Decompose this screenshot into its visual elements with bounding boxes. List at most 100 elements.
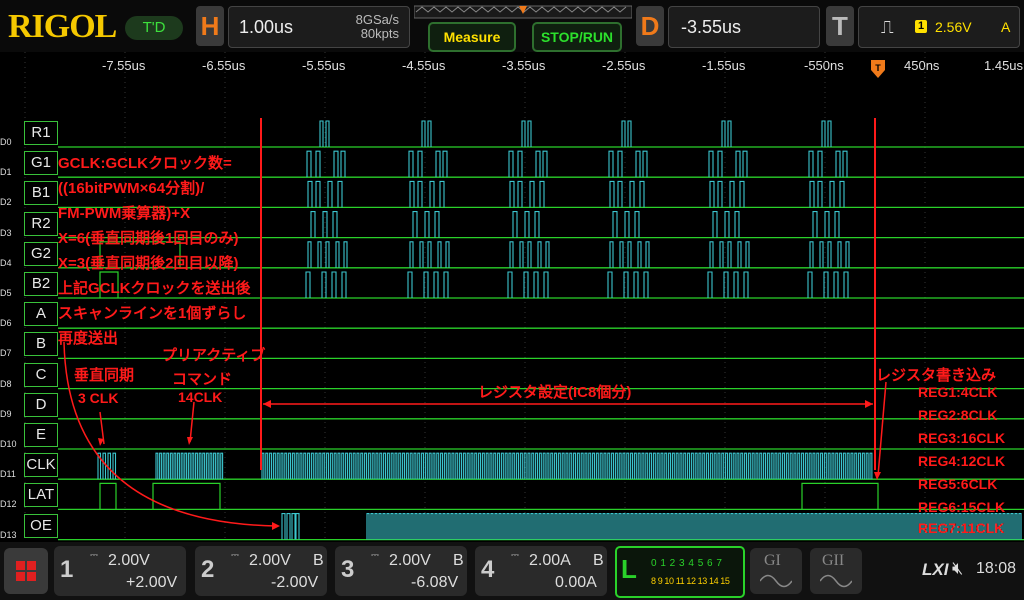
delay-letter[interactable]: D — [636, 6, 664, 46]
sample-rate: 8GSa/s — [355, 12, 399, 27]
channel-3-box[interactable]: 3 ⎓ 2.00V B -6.08V — [335, 546, 467, 596]
trace-pulse — [512, 211, 540, 238]
channel-label-box[interactable]: C — [24, 362, 58, 387]
channel-label-box[interactable]: G2 — [24, 241, 58, 266]
digital-channel-id: D5 — [0, 288, 12, 298]
trace-pulse — [409, 180, 445, 208]
channel-label-box[interactable]: D — [24, 392, 58, 417]
channel-number: 3 — [341, 556, 355, 583]
digital-channel-id: D3 — [0, 227, 12, 238]
channel-offset: +2.00V — [126, 574, 178, 591]
top-bar: RIGOL T'D H 1.00us 8GSa/s 80kpts Measure… — [0, 0, 1024, 52]
register-write-label: レジスタ書き込み — [876, 367, 997, 384]
trace-pulse — [412, 211, 440, 238]
gclk-note-line: 再度送出 — [58, 330, 119, 347]
digital-channel-id: D9 — [0, 408, 12, 419]
reg-label: REG5:6CLK — [918, 476, 998, 492]
channel-2-box[interactable]: 2 ⎓ 2.00V B -2.00V — [195, 546, 327, 596]
generator-2-button[interactable]: GII — [810, 548, 862, 594]
timebase-box[interactable]: 1.00us 8GSa/s 80kpts — [228, 6, 410, 48]
channel-number: 2 — [201, 556, 215, 583]
gclk-note-line: X=3(垂直同期後2回目以降) — [58, 255, 239, 272]
trace-pulse — [707, 271, 749, 298]
trace-pulse — [612, 211, 640, 238]
preactive-clk-label: 14CLK — [178, 389, 223, 405]
trigger-letter[interactable]: T — [826, 6, 854, 46]
timebase-value: 1.00us — [239, 17, 294, 37]
digital-channel-id: D8 — [0, 378, 12, 389]
trace-pulse — [408, 150, 448, 178]
trace-pulse — [508, 150, 548, 178]
logic-letter: L — [621, 554, 637, 584]
channel-offset: -2.00V — [271, 574, 319, 591]
trigger-source-badge: 1 — [915, 20, 927, 33]
brand-logo: RIGOL — [8, 8, 117, 45]
trace-pulse — [281, 513, 300, 540]
trace-pulse — [609, 180, 645, 208]
stop-run-button[interactable]: STOP/RUN — [532, 22, 622, 52]
digital-channel-id: D1 — [0, 167, 12, 178]
trace-pulse — [307, 180, 343, 208]
measure-button[interactable]: Measure — [428, 22, 516, 52]
channel-label-box[interactable]: A — [24, 302, 58, 327]
bottom-bar: 1 ⎓ 2.00V +2.00V 2 ⎓ 2.00V B -2.00V 3 ⎓ … — [0, 542, 1024, 600]
dc-coupling-icon: ⎓ — [231, 550, 239, 561]
trace-pulse — [809, 241, 850, 268]
delay-box[interactable]: -3.55us — [668, 6, 820, 48]
channel-offset: 0.00A — [555, 574, 597, 591]
trace-pulse — [721, 120, 732, 147]
reg-label: REG6:15CLK — [918, 499, 1006, 515]
logic-analyzer-box[interactable]: L 0 1 2 3 4 5 6 7 8 9 10 11 12 13 14 15 — [615, 546, 745, 598]
trace-pulse — [407, 271, 449, 298]
channel-label-box[interactable]: B — [24, 332, 58, 357]
trace-pulse — [608, 150, 648, 178]
trigger-position-indicator — [414, 5, 632, 19]
sine-wave-icon — [820, 574, 852, 588]
channel-bw-tag: B — [453, 552, 464, 569]
trace-pulse — [319, 120, 330, 147]
digital-channel-id: D12 — [0, 499, 17, 510]
register-write-arrow — [877, 381, 887, 477]
vsync-label: 垂直同期 — [74, 367, 135, 384]
channel-label-box[interactable]: G1 — [24, 151, 58, 176]
generator-1-label: GI — [764, 552, 781, 569]
trace-pulse — [509, 241, 550, 268]
channel-1-box[interactable]: 1 ⎓ 2.00V +2.00V — [54, 546, 186, 596]
reg-label: REG2:8CLK — [918, 407, 998, 423]
channel-label-box[interactable]: LAT — [24, 483, 58, 508]
trace-pulse — [807, 271, 849, 298]
channel-label-box[interactable]: R2 — [24, 211, 58, 236]
digital-channel-id: D13 — [0, 529, 17, 540]
preactive-label: プリアクティブ — [162, 347, 266, 364]
arrowhead — [272, 522, 280, 530]
horizontal-letter[interactable]: H — [196, 6, 224, 46]
trigger-mode-badge[interactable]: T'D — [125, 16, 183, 40]
channel-label-box[interactable]: OE — [24, 513, 58, 538]
channel-label-box[interactable]: B2 — [24, 272, 58, 296]
trace-pulse — [305, 271, 347, 298]
gclk-note-line: GCLK:GCLKクロック数= — [58, 155, 232, 172]
digital-channel-id: D7 — [0, 348, 12, 359]
digital-channel-id: D0 — [0, 137, 12, 147]
gclk-note-line: FM-PWM乗算器)+X — [58, 205, 191, 222]
trace-pulse — [621, 120, 632, 147]
channel-label-box[interactable]: R1 — [24, 121, 58, 145]
trace-pulse — [709, 180, 745, 208]
digital-channel-id: D10 — [0, 439, 17, 449]
menu-button[interactable] — [4, 548, 48, 594]
trigger-box[interactable]: ⎍ 1 2.56V A — [858, 6, 1020, 48]
preactive-cmd-label: コマンド — [172, 371, 233, 388]
reg-label: REG1:4CLK — [918, 384, 998, 400]
speaker-muted-icon[interactable]: 🔇︎ — [952, 558, 963, 579]
arrowhead — [187, 437, 193, 445]
trace-high — [801, 482, 879, 510]
digital-channel-id: D6 — [0, 318, 12, 329]
system-clock: 18:08 — [976, 560, 1017, 577]
channel-4-box[interactable]: 4 ⎓ 2.00A B 0.00A — [475, 546, 607, 596]
channel-label-box[interactable]: E — [24, 423, 58, 447]
dc-coupling-icon: ⎓ — [511, 550, 519, 561]
reg-label: REG3:16CLK — [918, 430, 1006, 446]
generator-1-button[interactable]: GI — [750, 548, 802, 594]
channel-label-box[interactable]: CLK — [24, 453, 58, 478]
channel-label-box[interactable]: B1 — [24, 181, 58, 206]
